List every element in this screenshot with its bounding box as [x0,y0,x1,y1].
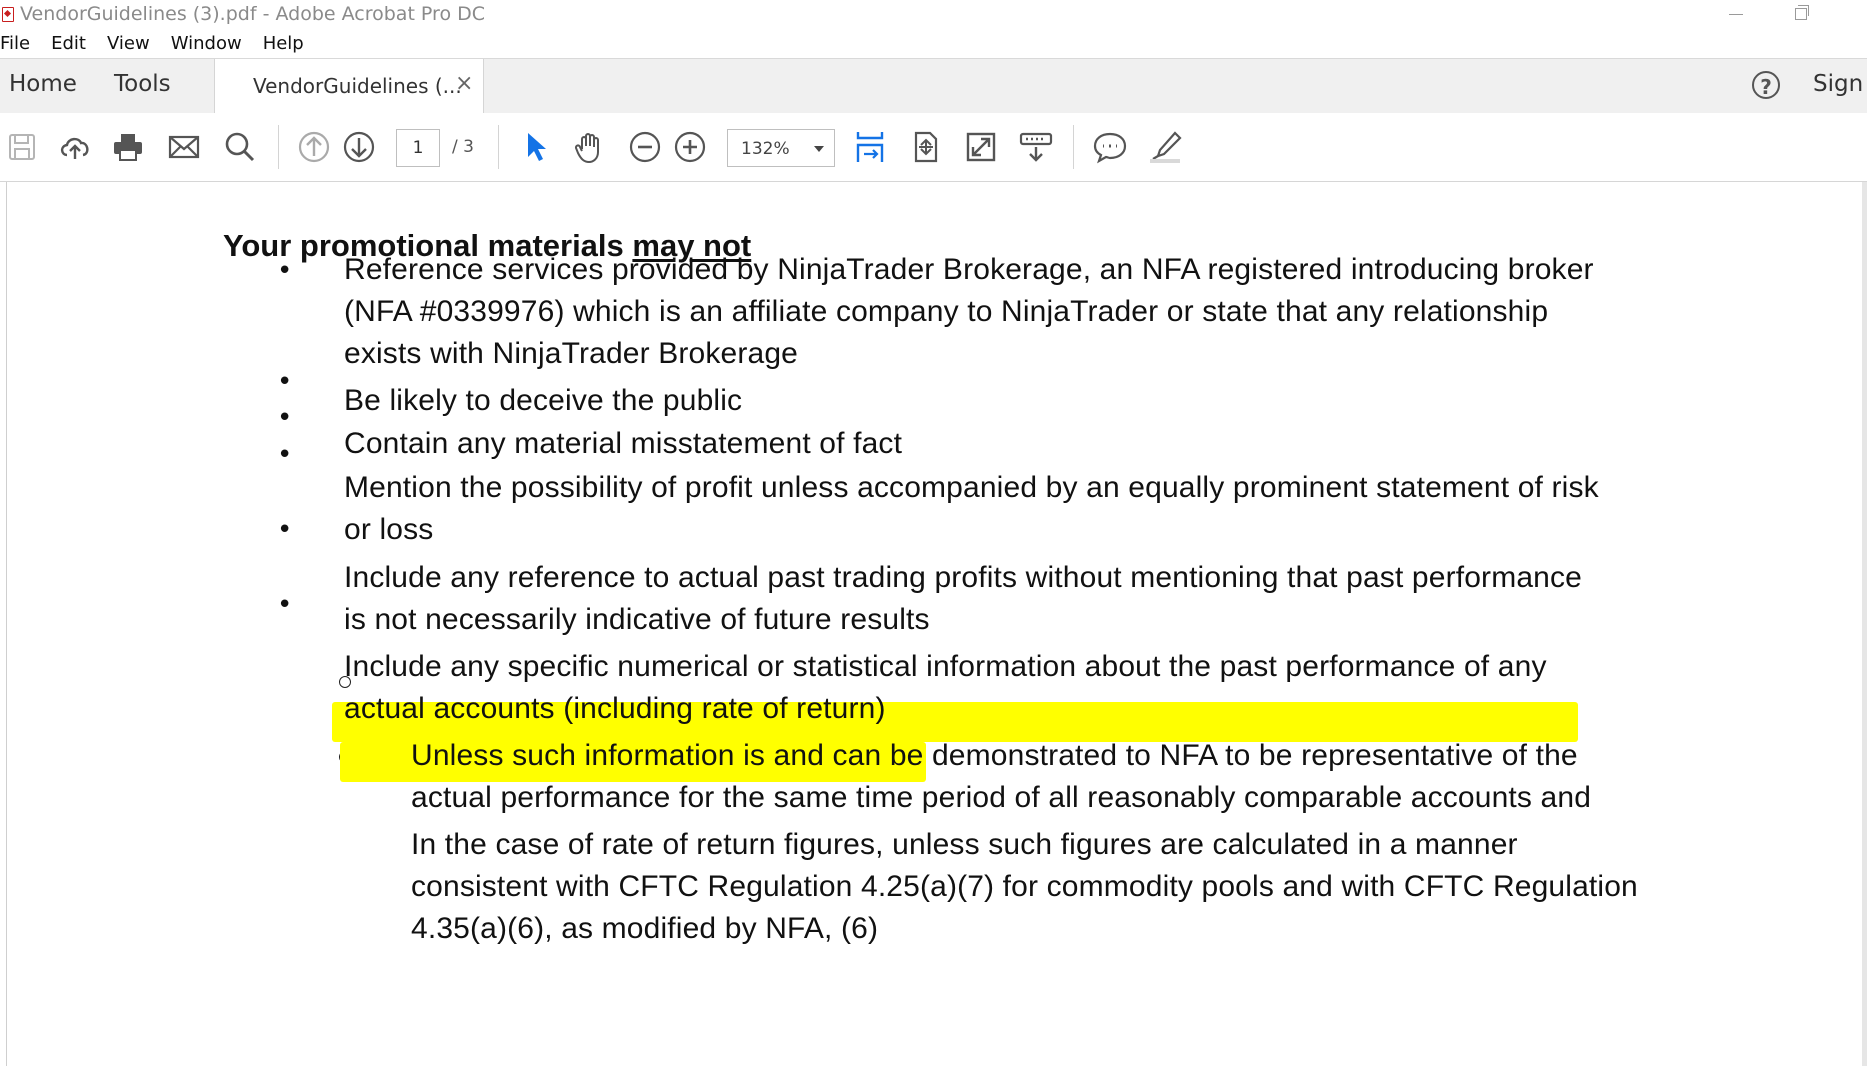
bullet-marker: • [277,367,293,397]
print-icon[interactable] [110,129,146,165]
tab-document-label: VendorGuidelines (... [253,74,462,98]
help-icon[interactable]: ? [1752,71,1780,99]
search-icon[interactable] [222,129,258,165]
body-line: Reference services provided by NinjaTrad… [344,253,1594,286]
menu-file[interactable]: File [0,33,30,54]
rotate-icon[interactable] [908,129,944,165]
zoom-in-icon[interactable] [672,129,708,165]
tab-bar: Home Tools VendorGuidelines (... × ? Sig… [0,58,1867,114]
toolbar: 1 / 3 132% [0,113,1867,182]
page-total: / 3 [452,137,474,157]
sign-in-link[interactable]: Sign [1813,71,1863,97]
body-line: (NFA #0339976) which is an affiliate com… [344,295,1549,328]
body-line: Contain any material misstatement of fac… [344,427,903,460]
body-line: exists with NinjaTrader Brokerage [344,337,799,370]
vertical-scrollbar[interactable] [1862,182,1867,1066]
scroll-mode-icon[interactable] [852,129,888,165]
page-number-input[interactable]: 1 [396,129,440,167]
body-line: or loss [344,513,434,546]
toolbar-separator [498,125,499,169]
highlighted-line: Include any specific numerical or statis… [344,650,1547,683]
tab-home[interactable]: Home [9,71,77,97]
sub-line: 4.35(a)(6), as modified by NFA, (6) [411,912,879,945]
save-icon[interactable] [4,129,40,165]
title-bar: VendorGuidelines (3).pdf - Adobe Acrobat… [0,0,1867,28]
bullet-marker: • [277,515,293,545]
restore-icon[interactable] [1795,5,1809,20]
next-page-icon[interactable] [341,129,377,165]
sub-line: consistent with CFTC Regulation 4.25(a)(… [411,870,1638,903]
window-controls [1729,0,1809,28]
body-line: is not necessarily indicative of future … [344,603,930,636]
select-arrow-icon[interactable] [518,129,554,165]
body-line: Be likely to deceive the public [344,384,743,417]
tab-document[interactable]: VendorGuidelines (... × [214,59,484,114]
toolbar-separator [278,125,279,169]
menu-view[interactable]: View [107,33,150,54]
hand-icon[interactable] [572,129,608,165]
body-line: Include any reference to actual past tra… [344,561,1582,594]
menu-window[interactable]: Window [171,33,242,54]
sub-line: Unless such information is and can be de… [411,739,1578,772]
prev-page-icon[interactable] [296,129,332,165]
upload-icon[interactable] [57,129,93,165]
bullet-marker: • [277,256,293,286]
bullet-marker: • [277,403,293,433]
email-icon[interactable] [166,129,202,165]
tab-tools[interactable]: Tools [114,71,171,97]
minimize-icon[interactable] [1729,13,1743,15]
menu-edit[interactable]: Edit [51,33,86,54]
page-border [6,182,7,1066]
sub-line: In the case of rate of return figures, u… [411,828,1518,861]
zoom-out-icon[interactable] [627,129,663,165]
menu-help[interactable]: Help [263,33,304,54]
body-line: Mention the possibility of profit unless… [344,471,1599,504]
highlighted-line: actual accounts (including rate of retur… [344,692,886,725]
acrobat-icon [2,6,14,22]
highlight-pen-icon[interactable] [1147,129,1183,165]
read-mode-icon[interactable] [1018,129,1054,165]
zoom-dropdown[interactable]: 132% [727,129,835,167]
zoom-value: 132% [741,139,790,159]
bullet-marker: • [277,440,293,470]
window-title: VendorGuidelines (3).pdf - Adobe Acrobat… [20,3,486,25]
document-view[interactable]: Your promotional materials may not • • •… [0,182,1867,1066]
sub-line: actual performance for the same time per… [411,781,1592,814]
close-icon[interactable]: × [455,71,473,96]
bullet-marker: • [277,590,293,620]
comment-icon[interactable] [1092,129,1128,165]
chevron-down-icon [814,146,824,152]
toolbar-separator [1073,125,1074,169]
fullscreen-icon[interactable] [963,129,999,165]
menu-bar: File Edit View Window Help [0,28,1867,58]
